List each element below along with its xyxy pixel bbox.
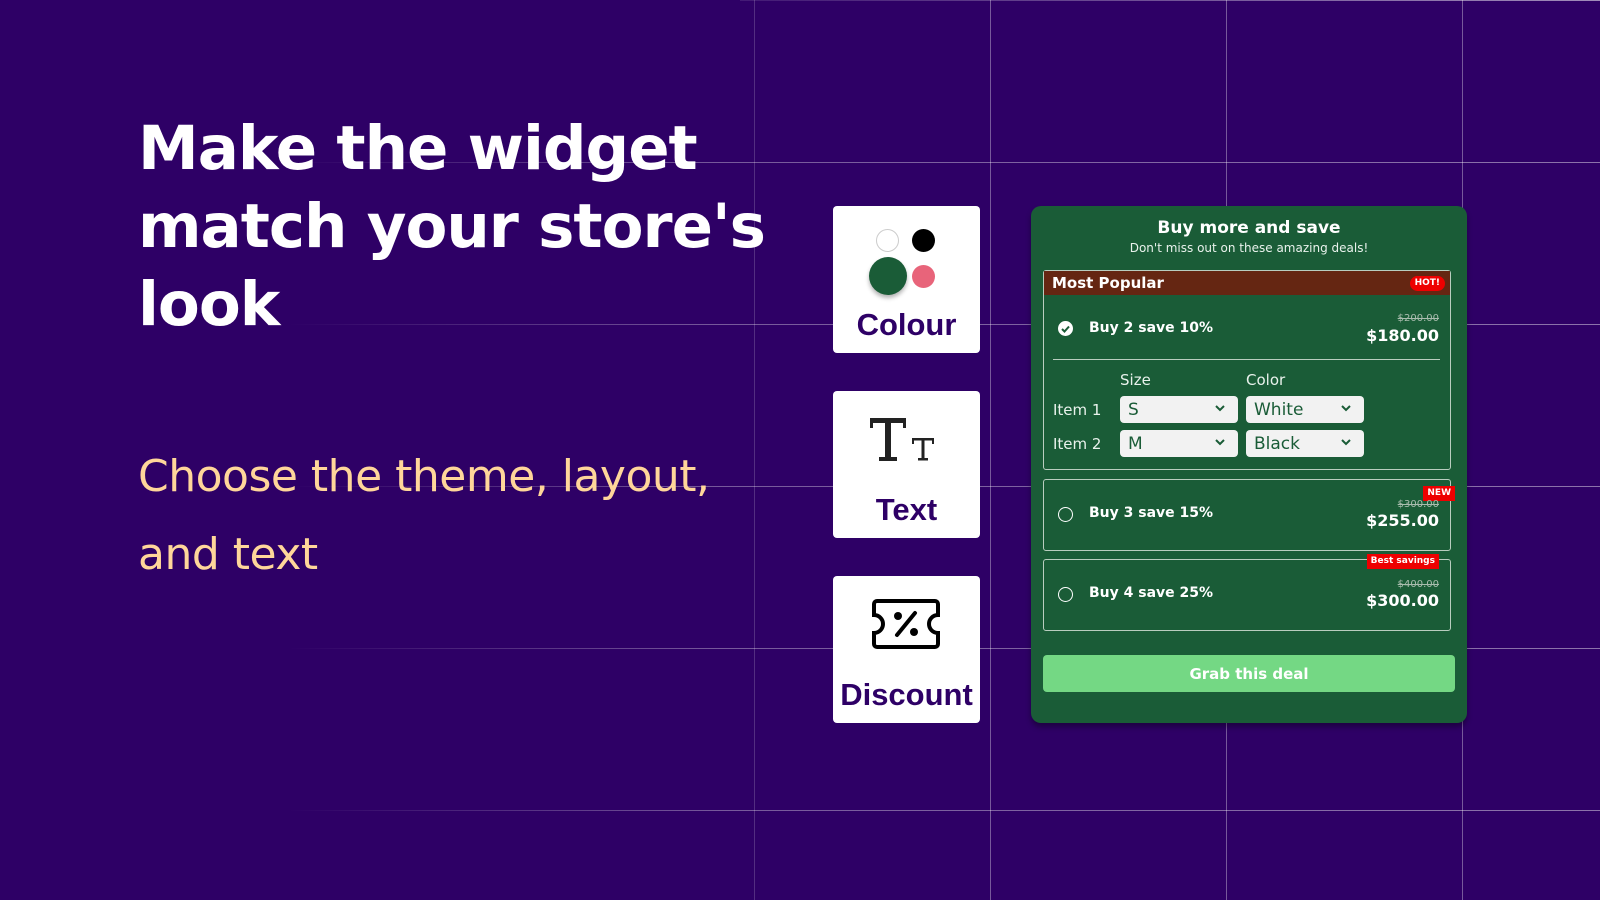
chevron-down-icon bbox=[1341, 405, 1351, 412]
color-header: Color bbox=[1246, 371, 1286, 389]
size-value: M bbox=[1128, 433, 1143, 454]
subheadline: Choose the theme, layout, and text bbox=[138, 451, 710, 580]
offer-price: $180.00 bbox=[1366, 326, 1439, 345]
offer-header-label: Most Popular bbox=[1052, 274, 1164, 292]
offer-option[interactable]: Best savings Buy 4 save 25% $400.00 $300… bbox=[1043, 554, 1451, 631]
radio-checked[interactable] bbox=[1058, 321, 1073, 336]
swatch-black bbox=[912, 229, 935, 252]
grid-line bbox=[740, 0, 1600, 1]
offer-price: $300.00 bbox=[1366, 591, 1439, 610]
size-select[interactable]: S bbox=[1120, 396, 1238, 423]
radio-unchecked[interactable] bbox=[1058, 507, 1073, 522]
divider bbox=[1053, 359, 1440, 360]
swatch-green bbox=[869, 257, 907, 295]
grid-line bbox=[0, 810, 1600, 811]
offer-price: $255.00 bbox=[1366, 511, 1439, 530]
offer-name: Buy 4 save 25% bbox=[1089, 585, 1214, 601]
hot-badge: HOT! bbox=[1409, 276, 1445, 291]
offer-name: Buy 2 save 10% bbox=[1089, 320, 1214, 336]
color-value: White bbox=[1254, 399, 1304, 420]
feature-card-text[interactable]: Text bbox=[833, 391, 980, 538]
feature-card-colour[interactable]: Colour bbox=[833, 206, 980, 353]
offer-header: Most Popular bbox=[1044, 271, 1450, 295]
feature-label: Discount bbox=[840, 677, 973, 712]
color-value: Black bbox=[1254, 433, 1300, 454]
check-icon bbox=[1061, 325, 1070, 333]
color-swatches-icon bbox=[833, 206, 980, 306]
chevron-down-icon bbox=[1341, 439, 1351, 446]
feature-card-discount[interactable]: Discount bbox=[833, 576, 980, 723]
offer-option[interactable]: NEW Buy 3 save 15% $300.00 $255.00 bbox=[1043, 479, 1455, 551]
swatch-white bbox=[876, 229, 899, 252]
text-size-icon bbox=[870, 418, 934, 461]
feature-label: Text bbox=[875, 492, 938, 527]
size-header: Size bbox=[1120, 371, 1151, 389]
widget-subtitle: Don't miss out on these amazing deals! bbox=[1129, 241, 1369, 255]
chevron-down-icon bbox=[1215, 405, 1225, 412]
grab-deal-button[interactable]: Grab this deal bbox=[1043, 655, 1455, 692]
grid-line bbox=[990, 0, 991, 900]
radio-unchecked[interactable] bbox=[1058, 587, 1073, 602]
swatch-pink bbox=[912, 265, 935, 288]
original-price: $200.00 bbox=[1397, 313, 1439, 324]
best-savings-badge: Best savings bbox=[1366, 554, 1439, 569]
widget-title: Buy more and save bbox=[1157, 218, 1341, 238]
original-price: $300.00 bbox=[1397, 499, 1439, 510]
item-label: Item 1 bbox=[1053, 401, 1102, 419]
offer-name: Buy 3 save 15% bbox=[1089, 505, 1214, 521]
feature-label: Colour bbox=[856, 307, 957, 342]
original-price: $400.00 bbox=[1397, 579, 1439, 590]
offer-option[interactable]: Most Popular HOT! Buy 2 save 10% $200.00… bbox=[1043, 270, 1451, 470]
size-select[interactable]: M bbox=[1120, 430, 1238, 457]
item-label: Item 2 bbox=[1053, 435, 1102, 453]
chevron-down-icon bbox=[1215, 439, 1225, 446]
size-value: S bbox=[1128, 399, 1139, 420]
color-select[interactable]: White bbox=[1246, 396, 1364, 423]
bundle-widget: Buy more and save Don't miss out on thes… bbox=[1031, 206, 1467, 723]
color-select[interactable]: Black bbox=[1246, 430, 1364, 457]
headline: Make the widget match your store's look bbox=[138, 113, 766, 340]
discount-ticket-icon bbox=[872, 599, 940, 649]
